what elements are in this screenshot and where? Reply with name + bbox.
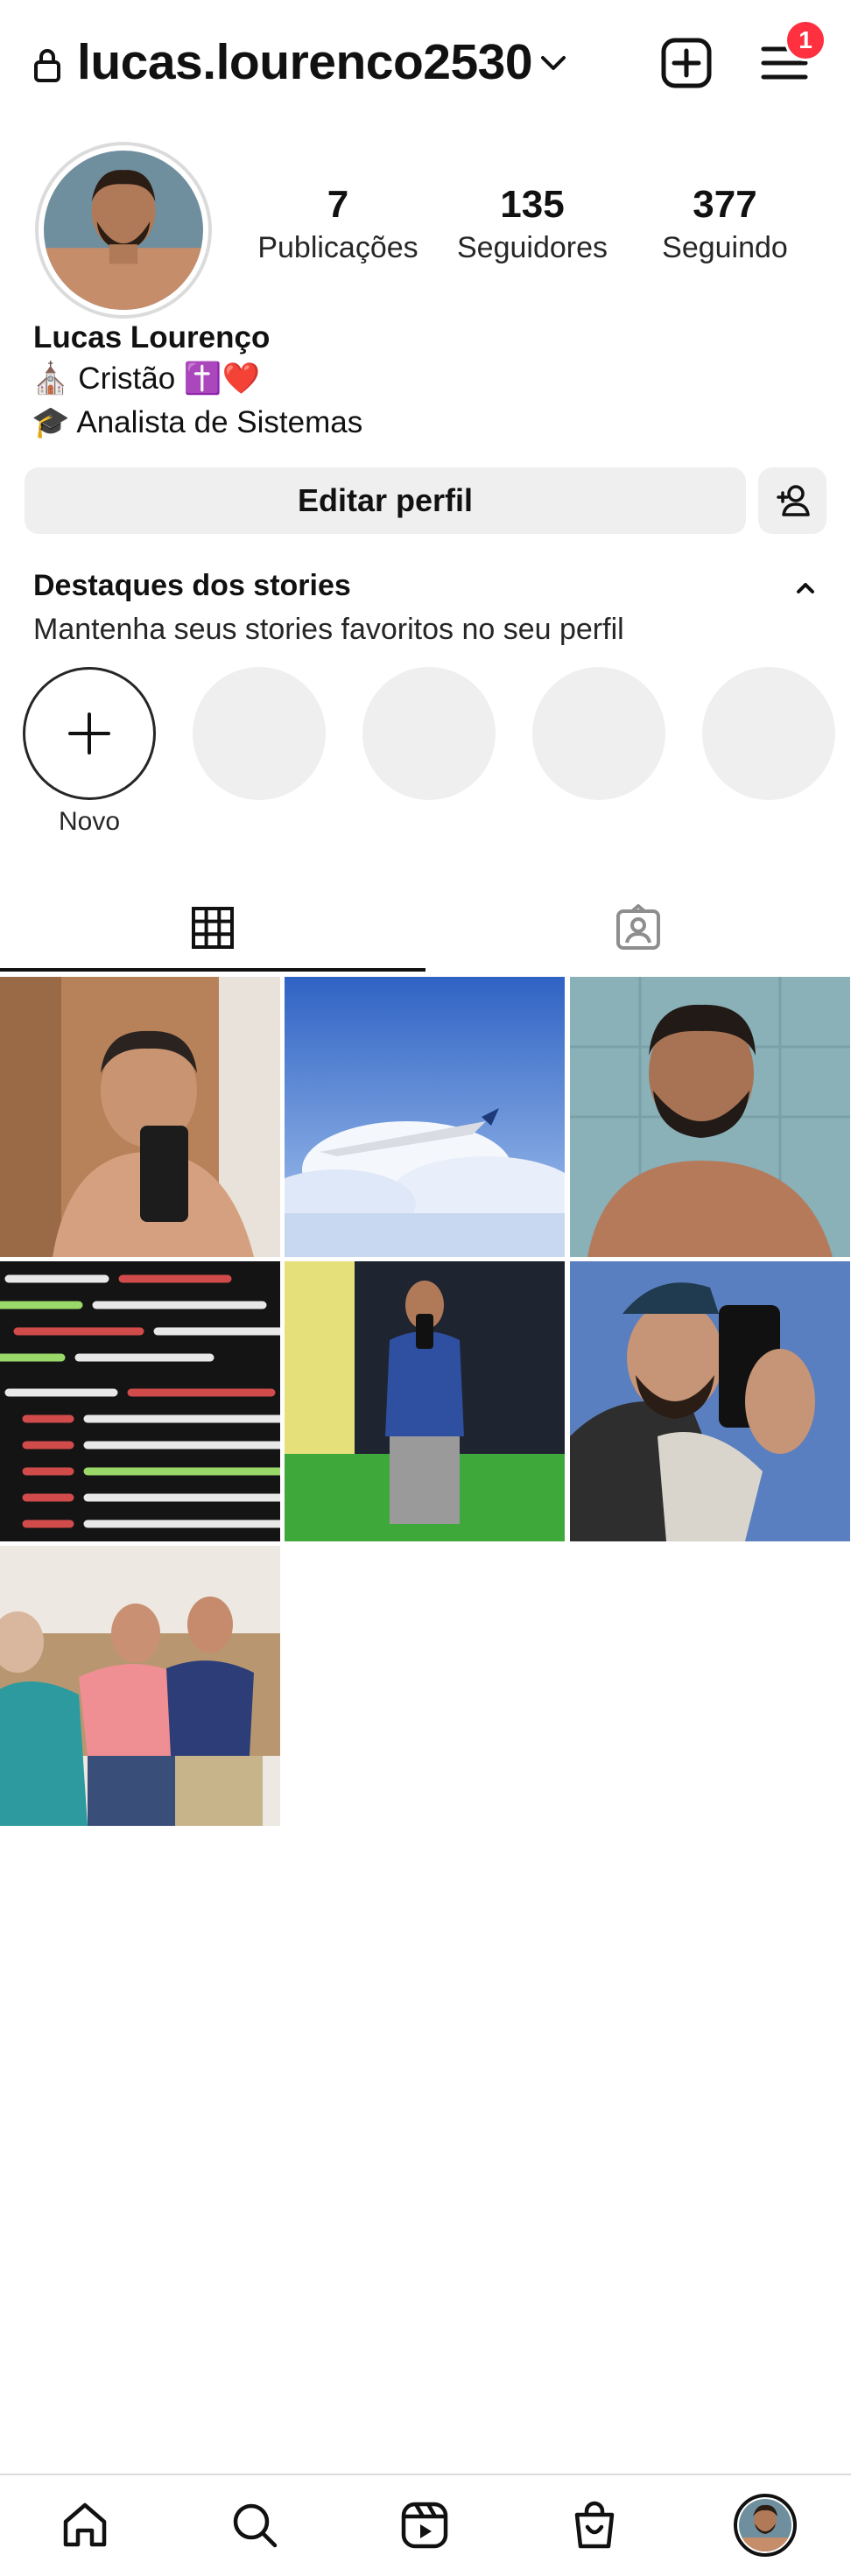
stat-posts-label: Publicações bbox=[257, 231, 418, 265]
bio-line: ⛪ Cristão ✝️❤️ bbox=[32, 361, 261, 396]
profile-username[interactable]: lucas.lourenco2530 bbox=[77, 33, 533, 91]
search-icon bbox=[233, 2503, 278, 2548]
notification-badge: 1 bbox=[784, 19, 826, 61]
stat-posts-value: 7 bbox=[327, 183, 349, 226]
highlight-placeholder bbox=[702, 667, 835, 800]
chevron-up-icon[interactable] bbox=[791, 576, 819, 600]
tab-posts-grid[interactable] bbox=[0, 884, 426, 972]
tab-tagged[interactable] bbox=[426, 884, 851, 972]
nav-search[interactable] bbox=[224, 2495, 285, 2556]
grid-icon bbox=[192, 907, 234, 949]
stat-following-label: Seguindo bbox=[662, 231, 788, 265]
post-thumbnail[interactable] bbox=[0, 1261, 280, 1541]
reels-icon bbox=[401, 2502, 448, 2549]
post-thumbnail[interactable] bbox=[0, 1546, 280, 1826]
stat-following-value: 377 bbox=[693, 183, 757, 226]
bio-line: 🎓 Analista de Sistemas bbox=[32, 405, 363, 439]
nav-home[interactable] bbox=[54, 2495, 116, 2556]
highlight-placeholder bbox=[193, 667, 326, 800]
nav-profile-avatar[interactable] bbox=[734, 2494, 797, 2557]
chevron-down-icon[interactable] bbox=[536, 49, 571, 77]
highlight-placeholder bbox=[532, 667, 665, 800]
active-tab-indicator bbox=[0, 968, 426, 972]
profile-name: Lucas Lourenço bbox=[33, 320, 271, 354]
discover-people-button[interactable] bbox=[758, 467, 826, 534]
lock-icon bbox=[34, 49, 60, 82]
edit-profile-button[interactable]: Editar perfil bbox=[25, 467, 746, 534]
stat-followers[interactable]: 135 Seguidores bbox=[445, 183, 620, 265]
highlights-title: Destaques dos stories bbox=[33, 569, 351, 602]
highlight-placeholder bbox=[362, 667, 496, 800]
create-post-icon[interactable] bbox=[658, 35, 714, 91]
shop-icon bbox=[574, 2501, 615, 2549]
highlights-subtitle: Mantenha seus stories favoritos no seu p… bbox=[33, 613, 624, 646]
stat-following[interactable]: 377 Seguindo bbox=[637, 183, 812, 265]
stat-followers-label: Seguidores bbox=[456, 231, 608, 265]
home-icon bbox=[63, 2502, 107, 2547]
tagged-icon bbox=[616, 904, 660, 950]
profile-avatar-ring[interactable] bbox=[35, 142, 212, 319]
post-thumbnail[interactable] bbox=[570, 977, 850, 1257]
plus-icon bbox=[68, 712, 110, 755]
nav-shop[interactable] bbox=[564, 2495, 625, 2556]
post-thumbnail[interactable] bbox=[0, 977, 280, 1257]
stat-followers-value: 135 bbox=[500, 183, 565, 226]
stat-posts[interactable]: 7 Publicações bbox=[250, 183, 426, 265]
post-thumbnail[interactable] bbox=[285, 1261, 565, 1541]
post-thumbnail[interactable] bbox=[285, 977, 565, 1257]
nav-reels[interactable] bbox=[394, 2495, 455, 2556]
add-person-icon bbox=[777, 485, 810, 516]
new-highlight-button[interactable] bbox=[23, 667, 156, 800]
profile-avatar[interactable] bbox=[44, 151, 203, 310]
new-highlight-label: Novo bbox=[58, 807, 121, 836]
post-thumbnail[interactable] bbox=[570, 1261, 850, 1541]
top-bar: lucas.lourenco2530 1 bbox=[0, 0, 851, 131]
